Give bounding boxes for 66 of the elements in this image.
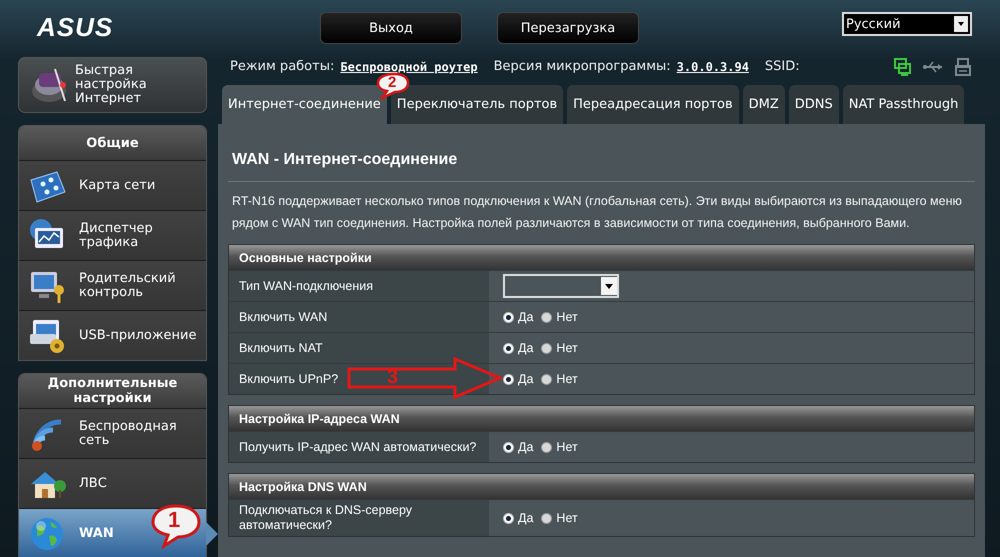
- tab[interactable]: Переадресация портов: [567, 85, 739, 124]
- tab[interactable]: DDNS: [788, 85, 839, 124]
- sidebar-item-label: USB-приложение: [79, 328, 196, 342]
- sidebar-item-label: Карта сети: [79, 178, 156, 192]
- page-title: WAN - Интернет-соединение: [228, 124, 975, 182]
- ssid-label: SSID:: [764, 59, 800, 74]
- wan-type-select[interactable]: [503, 274, 619, 298]
- quick-setup-label: Быстрая настройка Интернет: [75, 64, 147, 106]
- menu-group-title: Дополнительные настройки: [19, 374, 206, 408]
- radio-label: Да: [518, 372, 534, 386]
- language-select[interactable]: Русский: [842, 12, 972, 36]
- setting-label: Включить WAN: [229, 302, 489, 332]
- radio-label: Да: [518, 440, 534, 454]
- radio-button[interactable]: [541, 442, 552, 452]
- setting-label: Подключаться к DNS-серверу автоматически?: [229, 500, 489, 536]
- sidebar-item-label: WAN: [79, 526, 114, 540]
- radio-button[interactable]: [503, 512, 514, 524]
- sidebar-item[interactable]: Родительский контроль: [19, 260, 206, 310]
- sidebar-item-label: Родительский контроль: [79, 272, 176, 300]
- radio-label: Да: [518, 310, 534, 324]
- sidebar-item[interactable]: Беспроводная сеть: [19, 408, 206, 458]
- radio-button[interactable]: [503, 342, 514, 354]
- radio-button[interactable]: [541, 374, 552, 384]
- sidebar-item-label: Беспроводная сеть: [79, 420, 177, 448]
- callout-bubble: [376, 72, 410, 100]
- sidebar-item[interactable]: ЛВС: [19, 458, 206, 508]
- sidebar-item-label: Диспетчер трафика: [79, 222, 153, 250]
- radio-button[interactable]: [503, 442, 514, 452]
- quick-setup-button[interactable]: Быстрая настройка Интернет: [18, 57, 207, 113]
- mode-link[interactable]: Беспроводной роутер: [340, 60, 478, 74]
- mode-label: Режим работы:: [230, 59, 334, 74]
- logo: ASUS: [37, 12, 114, 42]
- setting-label: Тип WAN-подключения: [229, 271, 489, 301]
- radio-label: Да: [518, 511, 534, 525]
- section-header: Настройка IP-адреса WAN: [229, 406, 974, 431]
- radio-label: Да: [518, 341, 534, 355]
- sidebar-item-label: ЛВС: [79, 476, 107, 490]
- reboot-button[interactable]: Перезагрузка: [497, 12, 639, 44]
- tab[interactable]: DMZ: [742, 85, 785, 124]
- firmware-label: Версия микропрограммы:: [494, 59, 671, 74]
- caret-icon: [954, 16, 968, 32]
- logout-button[interactable]: Выход: [320, 12, 462, 44]
- setting-label: Получить IP-адрес WAN автоматически?: [229, 432, 489, 462]
- radio-button[interactable]: [503, 374, 514, 384]
- tab[interactable]: Интернет-соединение: [222, 85, 387, 124]
- tab[interactable]: NAT Passthrough: [842, 85, 964, 124]
- radio-label: Нет: [556, 310, 578, 324]
- callout-number: 1: [168, 507, 180, 533]
- radio-button[interactable]: [503, 312, 514, 322]
- firmware-link[interactable]: 3.0.0.3.94: [676, 60, 749, 74]
- setting-label: Включить NAT: [229, 333, 489, 363]
- section-header: Основные настройки: [229, 245, 974, 270]
- radio-button[interactable]: [541, 342, 552, 354]
- radio-label: Нет: [556, 440, 578, 454]
- radio-label: Нет: [556, 372, 578, 386]
- radio-label: Нет: [556, 341, 578, 355]
- radio-button[interactable]: [541, 312, 552, 322]
- sidebar-item[interactable]: Карта сети: [19, 160, 206, 210]
- sidebar-item[interactable]: Диспетчер трафика: [19, 210, 206, 260]
- sidebar-item[interactable]: USB-приложение: [19, 310, 206, 360]
- page-description: RT-N16 поддерживает несколько типов подключения к WAN (глобальная сеть). Эти виды выбираются из выпадающего меню рядом с WAN тип соединения. Настройка полей различаются в зависимости от типа соединения, выбранного Вами.: [231, 193, 963, 232]
- caret-icon: [601, 277, 617, 295]
- radio-button[interactable]: [541, 512, 552, 524]
- radio-label: Нет: [556, 511, 578, 525]
- callout-bubble: [150, 503, 202, 549]
- section-header: Настройка DNS WAN: [229, 474, 974, 499]
